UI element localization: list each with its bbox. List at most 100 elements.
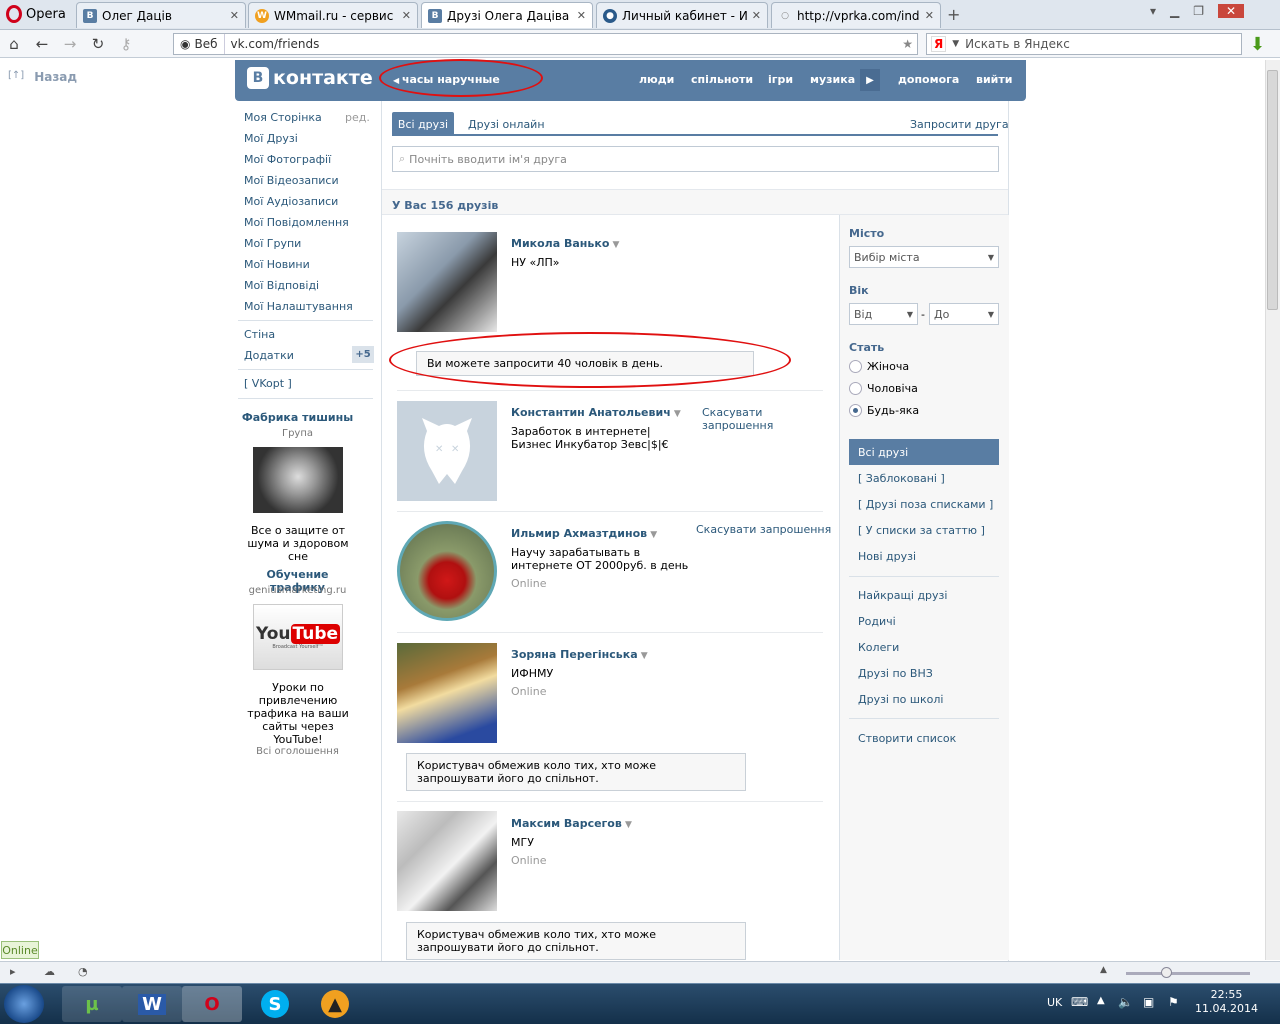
minimize-icon[interactable]: ▁ <box>1170 4 1179 18</box>
tab-cabinet[interactable]: ● Личный кабинет - Ис... ✕ <box>596 2 768 28</box>
forward-icon[interactable]: → <box>56 35 84 53</box>
close-window-icon[interactable]: ✕ <box>1218 4 1245 18</box>
maximize-icon[interactable]: ❐ <box>1193 4 1204 18</box>
caret-down-icon[interactable]: ▼ <box>609 240 620 250</box>
ad-text[interactable]: Все о защите от шума и здоровом сне <box>238 524 358 563</box>
list-school[interactable]: Друзі по школі <box>858 693 943 706</box>
left-menu-photos[interactable]: Мої Фотографії <box>244 153 331 166</box>
tab-all-friends[interactable]: Всі друзі <box>392 112 454 136</box>
list-university[interactable]: Друзі по ВНЗ <box>858 667 933 680</box>
reload-icon[interactable]: ↻ <box>84 35 112 53</box>
ad-title[interactable]: Фабрика тишины <box>240 411 355 424</box>
friend-name[interactable]: Максим Варсегов ▼ <box>511 817 632 830</box>
tray-expand-icon[interactable]: ▲ <box>1097 995 1105 1006</box>
opera-menu-button[interactable]: Opera <box>0 0 72 28</box>
friend-name[interactable]: Ильмир Ахмазтдинов ▼ <box>511 527 657 540</box>
vkopt-link[interactable]: [ VKopt ] <box>244 377 292 390</box>
volume-icon[interactable]: 🔈 <box>1118 995 1133 1009</box>
tab-vprka[interactable]: ○ http://vprka.com/inde... ✕ <box>771 2 941 28</box>
list-blocked[interactable]: [ Заблоковані ] <box>858 472 945 485</box>
speed-dial-icon[interactable]: ◔ <box>78 965 88 978</box>
close-tab-icon[interactable]: ✕ <box>230 9 239 22</box>
sex-any-radio[interactable]: Будь-яка <box>849 404 919 417</box>
menu-games[interactable]: ігри <box>768 73 793 86</box>
tab-friends[interactable]: В Друзі Олега Даціва | 1... ✕ <box>421 2 593 28</box>
menu-help[interactable]: допомога <box>898 73 959 86</box>
youtube-logo[interactable]: You Tube Broadcast Yourself™ <box>253 604 343 670</box>
friend-photo[interactable] <box>397 232 497 332</box>
flag-icon[interactable]: ⚑ <box>1168 995 1179 1009</box>
friend-name[interactable]: Микола Ванько ▼ <box>511 237 619 250</box>
scrollbar-thumb[interactable] <box>1267 70 1278 310</box>
back-link[interactable]: [↑] Назад <box>8 70 77 84</box>
back-icon[interactable]: ← <box>28 35 56 53</box>
close-tab-icon[interactable]: ✕ <box>752 9 761 22</box>
tab-friends-online[interactable]: Друзі онлайн <box>468 118 545 131</box>
ad-image[interactable] <box>253 447 343 513</box>
left-menu-messages[interactable]: Мої Повідомлення <box>244 216 349 229</box>
invite-friend-link[interactable]: Запросити друга <box>910 118 1009 131</box>
caret-down-icon[interactable]: ▼ <box>647 530 657 540</box>
utorrent-icon[interactable]: µ <box>62 986 122 1022</box>
word-icon[interactable]: W <box>122 986 182 1022</box>
search-field[interactable]: Я ▼ Искать в Яндекс <box>926 33 1242 55</box>
edit-link[interactable]: ред. <box>345 111 370 124</box>
cancel-invite-link[interactable]: Скасувати запрошення <box>702 406 782 432</box>
keyboard-icon[interactable]: ⌨ <box>1071 995 1088 1009</box>
language-indicator[interactable]: UK <box>1047 996 1062 1009</box>
cloud-icon[interactable]: ☁ <box>44 965 55 978</box>
opera-icon[interactable]: O <box>182 986 242 1022</box>
city-select[interactable]: Вибір міста ▼ <box>849 246 999 268</box>
left-menu-my-page[interactable]: Моя Сторінка <box>244 111 322 124</box>
friend-photo[interactable] <box>397 521 497 621</box>
sex-female-radio[interactable]: Жіноча <box>849 360 909 373</box>
zoom-slider[interactable] <box>1126 972 1250 975</box>
start-button[interactable] <box>4 985 44 1023</box>
address-bar[interactable]: ◉ Веб vk.com/friends ★ <box>173 33 918 55</box>
tab-oleg[interactable]: В Олег Даців ✕ <box>76 2 246 28</box>
tab-wmmail[interactable]: W WMmail.ru - сервис п... ✕ <box>248 2 418 28</box>
tab-menu-icon[interactable]: ▾ <box>1150 4 1156 18</box>
bookmark-star-icon[interactable]: ★ <box>902 37 917 51</box>
new-tab-icon[interactable]: + <box>947 5 960 24</box>
download-icon[interactable]: ⬇ <box>1250 34 1265 55</box>
list-unlisted[interactable]: [ Друзі поза списками ] <box>858 498 993 511</box>
cancel-invite-link[interactable]: Скасувати запрошення <box>696 523 831 536</box>
zoom-out-icon[interactable]: ▲ <box>1100 965 1107 975</box>
age-to-select[interactable]: До ▼ <box>929 303 999 325</box>
apps-badge[interactable]: +5 <box>352 346 374 363</box>
list-relatives[interactable]: Родичі <box>858 615 896 628</box>
menu-music[interactable]: музика <box>810 73 855 86</box>
close-tab-icon[interactable]: ✕ <box>577 9 586 22</box>
menu-people[interactable]: люди <box>639 73 674 86</box>
left-menu-wall[interactable]: Стіна <box>244 328 275 341</box>
friend-search-input[interactable]: ⌕ Почніть вводити ім'я друга <box>392 146 999 172</box>
left-menu-videos[interactable]: Мої Відеозаписи <box>244 174 339 187</box>
all-ads-link[interactable]: Всі оголошення <box>240 746 355 757</box>
skype-icon[interactable]: S <box>245 986 305 1022</box>
list-by-sex[interactable]: [ У списки за статтю ] <box>858 524 985 537</box>
left-menu-answers[interactable]: Мої Відповіді <box>244 279 319 292</box>
web-badge[interactable]: ◉ Веб <box>174 34 225 54</box>
left-menu-friends[interactable]: Мої Друзі <box>244 132 298 145</box>
zoom-slider-thumb[interactable] <box>1161 967 1172 978</box>
clock[interactable]: 22:55 11.04.2014 <box>1195 988 1258 1016</box>
friend-photo[interactable] <box>397 643 497 743</box>
list-best-friends[interactable]: Найкращі друзі <box>858 589 947 602</box>
left-menu-apps[interactable]: Додатки <box>244 349 294 362</box>
menu-communities[interactable]: спільноти <box>691 73 753 86</box>
age-from-select[interactable]: Від ▼ <box>849 303 918 325</box>
create-list-link[interactable]: Створити список <box>858 732 956 745</box>
key-icon[interactable]: ⚷ <box>112 35 140 53</box>
play-icon[interactable]: ▶ <box>860 69 880 91</box>
vk-logo[interactable]: В контакте <box>247 67 373 89</box>
list-new-friends[interactable]: Нові друзі <box>858 550 916 563</box>
network-icon[interactable]: ▣ <box>1143 995 1154 1009</box>
left-menu-groups[interactable]: Мої Групи <box>244 237 301 250</box>
ad-text[interactable]: Уроки по привлечению трафика на ваши сай… <box>238 681 358 746</box>
sex-male-radio[interactable]: Чоловіча <box>849 382 918 395</box>
friend-photo[interactable]: ✕ ✕ <box>397 401 497 501</box>
left-menu-audio[interactable]: Мої Аудіозаписи <box>244 195 338 208</box>
aimp-icon[interactable]: ▲ <box>305 986 365 1022</box>
panel-toggle-icon[interactable]: ▸ <box>10 965 16 978</box>
